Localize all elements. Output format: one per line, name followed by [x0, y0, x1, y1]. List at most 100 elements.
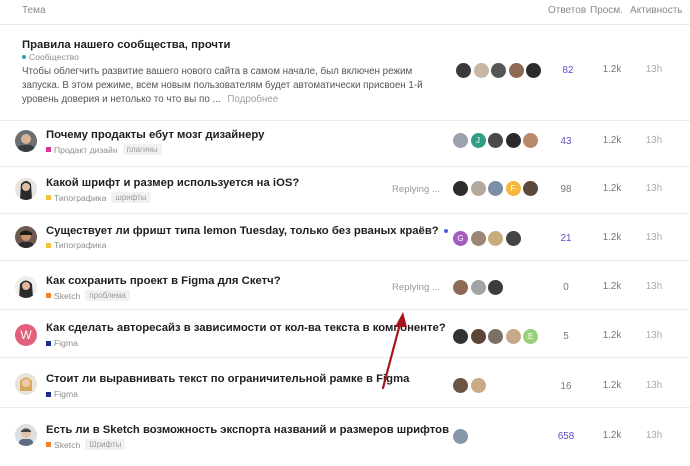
category-label: Сообщество	[29, 52, 79, 62]
replying-indicator: Replying ...	[392, 282, 440, 293]
topic-category[interactable]: Figma	[46, 389, 78, 399]
poster-avatar[interactable]	[470, 280, 486, 295]
poster-avatar[interactable]	[488, 231, 503, 246]
topic-replies[interactable]: 5	[546, 331, 586, 342]
poster-avatar[interactable]	[488, 280, 503, 295]
topic-title[interactable]: Стоит ли выравнивать текст по ограничите…	[46, 373, 409, 385]
category-square	[46, 195, 51, 200]
topic-activity[interactable]: 13h	[638, 64, 670, 75]
poster-avatar[interactable]	[505, 329, 521, 344]
topic-views: 1.2k	[602, 430, 622, 441]
topic-tag[interactable]: проблема	[85, 290, 130, 301]
author-avatar[interactable]	[15, 226, 37, 248]
poster-avatar[interactable]: F	[505, 181, 521, 196]
topic-replies[interactable]: 43	[546, 136, 586, 147]
poster-avatar[interactable]	[470, 181, 486, 196]
poster-avatar[interactable]	[491, 63, 506, 78]
topic-row[interactable]: Почему продакты ебут мозг дизайнеру Прод…	[0, 121, 690, 167]
topic-activity[interactable]: 13h	[638, 281, 670, 292]
topic-replies[interactable]: 21	[546, 233, 586, 244]
topic-row[interactable]: Стоит ли выравнивать текст по ограничите…	[0, 358, 690, 408]
topic-title[interactable]: Какой шрифт и размер используется на iOS…	[46, 177, 299, 189]
topic-category[interactable]: Sketch проблема	[46, 290, 130, 301]
topic-title[interactable]: Как сделать авторесайз в зависимости от …	[46, 322, 446, 334]
topic-activity[interactable]: 13h	[638, 330, 670, 341]
topic-activity[interactable]: 13h	[638, 380, 670, 391]
poster-avatar[interactable]	[453, 329, 468, 344]
poster-avatar[interactable]	[453, 181, 468, 196]
topic-tag[interactable]: Шрифты	[85, 439, 126, 450]
header-views[interactable]: Просм.	[590, 5, 623, 16]
topic-activity[interactable]: 13h	[638, 183, 670, 194]
topic-replies[interactable]: 82	[548, 65, 588, 76]
topic-category[interactable]: Сообщество	[22, 52, 79, 62]
topic-title[interactable]: Существует ли фришт типа lemon Tuesday, …	[46, 225, 448, 237]
poster-avatar[interactable]	[505, 133, 521, 148]
topic-posters	[453, 280, 506, 295]
topic-activity[interactable]: 13h	[638, 232, 670, 243]
header-activity[interactable]: Активность	[630, 5, 683, 16]
author-avatar[interactable]: W	[15, 324, 37, 346]
category-square	[46, 242, 51, 248]
topic-activity[interactable]: 13h	[638, 135, 670, 146]
category-label: Типографика	[54, 192, 107, 203]
topic-title[interactable]: Почему продакты ебут мозг дизайнеру	[46, 129, 264, 141]
poster-avatar[interactable]: J	[470, 133, 486, 148]
topic-replies[interactable]: 16	[546, 381, 586, 392]
topic-row[interactable]: W Как сделать авторесайз в зависимости о…	[0, 310, 690, 358]
topic-posters: J	[453, 133, 541, 148]
topic-tag[interactable]: шрифты	[111, 192, 151, 203]
poster-avatar[interactable]	[453, 280, 468, 295]
author-avatar[interactable]	[15, 373, 37, 395]
poster-avatar[interactable]	[473, 63, 489, 78]
author-avatar[interactable]	[15, 424, 37, 446]
poster-avatar[interactable]	[456, 63, 471, 78]
topic-views: 1.2k	[602, 281, 622, 292]
topic-list-header: Тема Ответов Просм. Активность	[0, 0, 690, 25]
topic-category[interactable]: Figma	[46, 338, 78, 348]
topic-tag[interactable]: плагины	[122, 144, 162, 155]
poster-avatar[interactable]	[453, 429, 468, 444]
author-avatar[interactable]	[15, 276, 37, 298]
topic-replies[interactable]: 98	[546, 184, 586, 195]
topic-views: 1.2k	[602, 183, 622, 194]
topic-activity[interactable]: 13h	[638, 430, 670, 441]
poster-avatar[interactable]	[523, 181, 538, 196]
topic-row[interactable]: Как сохранить проект в Figma для Скетч? …	[0, 261, 690, 310]
poster-avatar[interactable]	[453, 378, 468, 393]
poster-avatar[interactable]	[505, 231, 521, 246]
poster-avatar[interactable]	[470, 378, 486, 393]
poster-avatar[interactable]	[453, 133, 468, 148]
poster-avatar[interactable]	[470, 231, 486, 246]
category-square	[46, 147, 51, 152]
topic-category[interactable]: Типографика шрифты	[46, 192, 151, 203]
poster-avatar[interactable]	[488, 329, 503, 344]
topic-category[interactable]: Sketch Шрифты	[46, 439, 126, 450]
topic-replies[interactable]: 0	[546, 282, 586, 293]
poster-avatar[interactable]	[470, 329, 486, 344]
poster-avatar[interactable]	[488, 181, 503, 196]
author-avatar[interactable]	[15, 178, 37, 200]
topic-title-text: Существует ли фришт типа lemon Tuesday, …	[46, 225, 439, 237]
topic-title[interactable]: Как сохранить проект в Figma для Скетч?	[46, 275, 281, 287]
topic-views: 1.2k	[602, 380, 622, 391]
topic-category[interactable]: Типографика	[46, 240, 106, 250]
poster-avatar[interactable]	[488, 133, 503, 148]
poster-avatar[interactable]	[523, 133, 538, 148]
author-avatar[interactable]	[15, 130, 37, 152]
topic-row[interactable]: Есть ли в Sketch возможность экспорта на…	[0, 408, 690, 466]
header-topic[interactable]: Тема	[22, 5, 46, 16]
poster-avatar[interactable]: G	[453, 231, 468, 246]
poster-avatar[interactable]	[508, 63, 524, 78]
topic-title[interactable]: Правила нашего сообщества, прочти	[22, 39, 230, 51]
topic-replies[interactable]: 658	[546, 431, 586, 442]
poster-avatar[interactable]: E	[523, 329, 538, 344]
pinned-topic-row[interactable]: Правила нашего сообщества, прочти Сообще…	[0, 25, 690, 121]
topic-row[interactable]: Существует ли фришт типа lemon Tuesday, …	[0, 214, 690, 261]
topic-category[interactable]: Продакт дизайн плагины	[46, 144, 162, 155]
header-replies[interactable]: Ответов	[548, 5, 586, 16]
read-more-link[interactable]: Подробнее	[227, 94, 278, 105]
topic-title[interactable]: Есть ли в Sketch возможность экспорта на…	[46, 424, 449, 436]
topic-row[interactable]: Какой шрифт и размер используется на iOS…	[0, 167, 690, 214]
poster-avatar[interactable]	[526, 63, 541, 78]
